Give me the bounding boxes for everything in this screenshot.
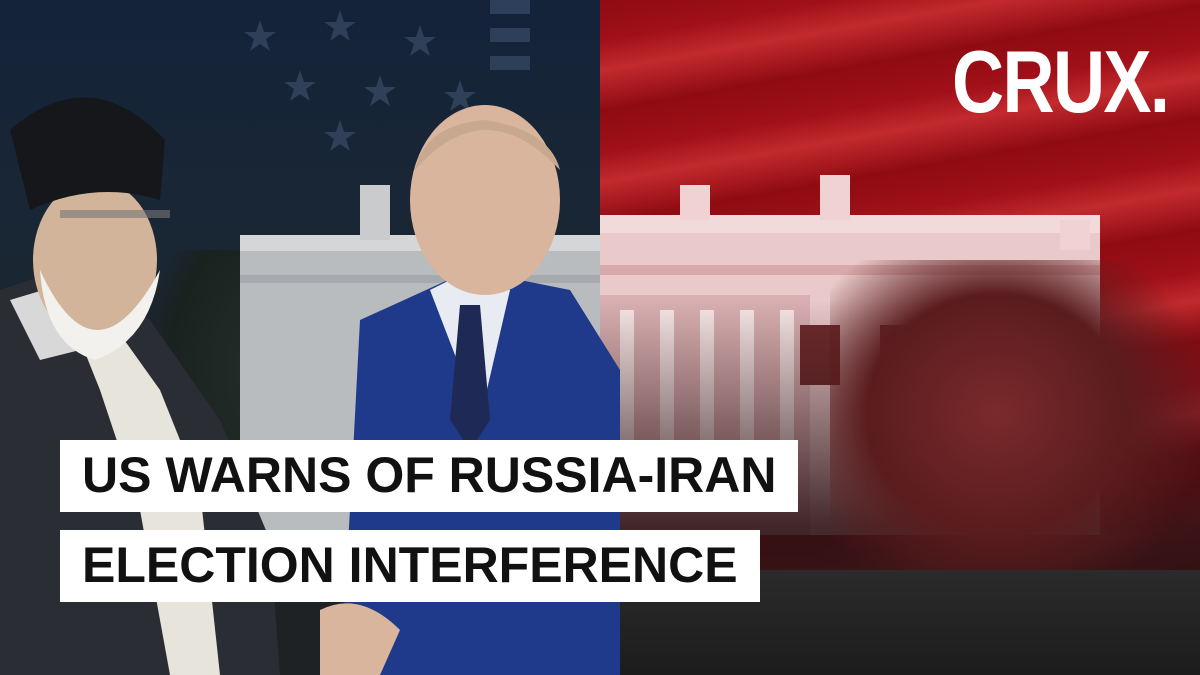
headline-line-2: ELECTION INTERFERENCE <box>60 530 760 602</box>
crux-logo: CRUX. <box>952 32 1170 131</box>
tree-silhouette-right <box>830 260 1200 600</box>
thumbnail-frame: CRUX. US WARNS OF RUSSIA-IRAN ELECTION I… <box>0 0 1200 675</box>
headline-line-1: US WARNS OF RUSSIA-IRAN <box>60 440 799 512</box>
